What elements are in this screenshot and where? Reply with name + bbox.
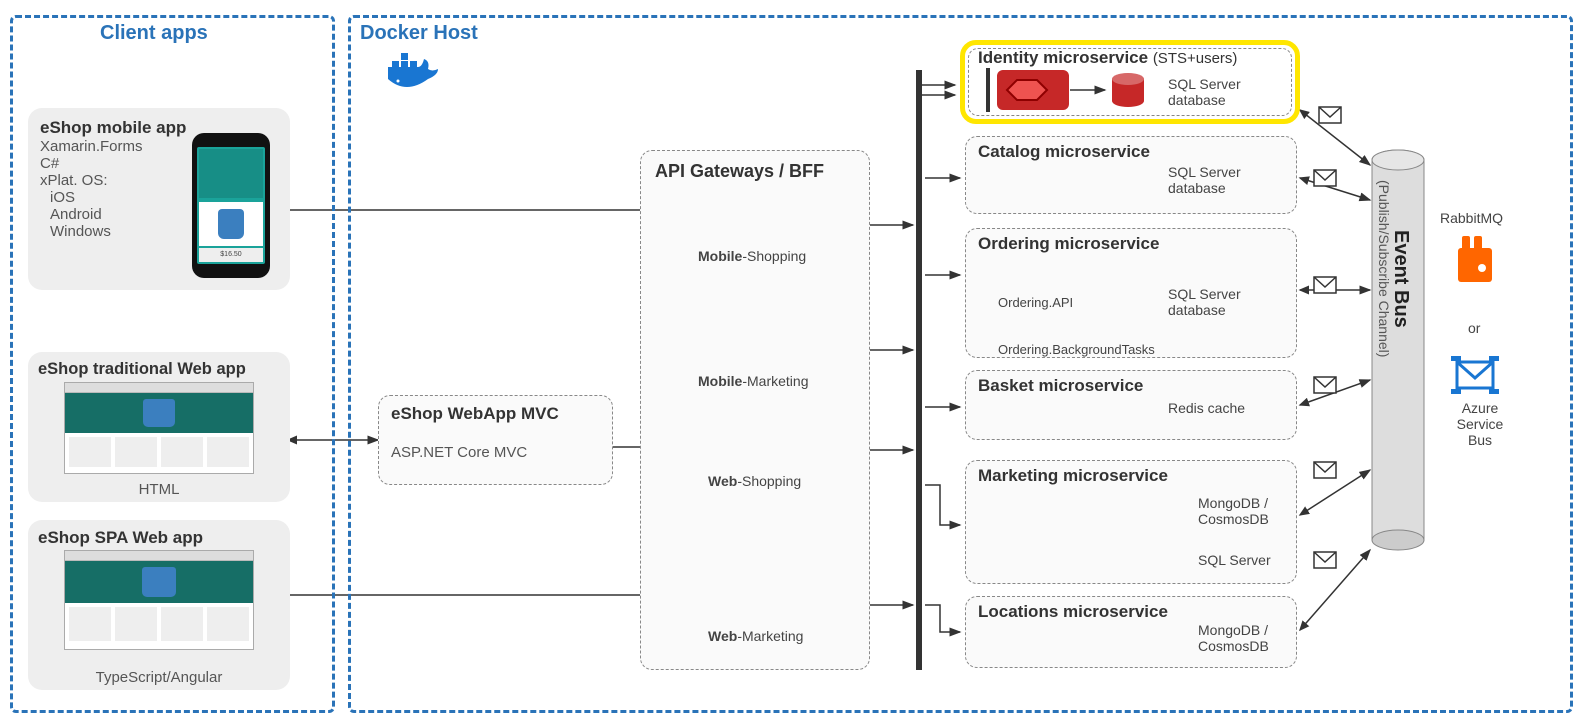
basket-db: Redis cache: [1168, 400, 1245, 416]
event-bus-title: Event Bus: [1389, 230, 1412, 328]
ordering-bg: Ordering.BackgroundTasks: [998, 342, 1155, 357]
docker-host-title: Docker Host: [360, 22, 478, 45]
identity-title: Identity microservice (STS+users): [978, 48, 1237, 68]
marketing-db2: SQL Server: [1198, 552, 1271, 568]
azure-label: AzureService Bus: [1445, 400, 1515, 448]
event-bus-sub: (Publish/Subscribe Channel): [1376, 180, 1392, 357]
browser-thumb-icon: [64, 382, 254, 474]
marketing-db1: MongoDB / CosmosDB: [1198, 495, 1293, 527]
spa-title: eShop SPA Web app: [38, 528, 280, 548]
ordering-api: Ordering.API: [998, 295, 1073, 310]
mobile-app-card: eShop mobile app Xamarin.Forms C# xPlat.…: [28, 108, 290, 290]
gw-web-shopping: Web-Shopping: [708, 473, 801, 489]
or-label: or: [1468, 320, 1480, 336]
ordering-db: SQL Server database: [1168, 286, 1258, 318]
gw-web-marketing: Web-Marketing: [708, 628, 803, 644]
locations-title: Locations microservice: [978, 602, 1168, 622]
gw-mobile-marketing: Mobile-Marketing: [698, 373, 808, 389]
client-apps-title: Client apps: [100, 22, 208, 45]
basket-title: Basket microservice: [978, 376, 1143, 396]
traditional-title: eShop traditional Web app: [38, 360, 280, 379]
spa-sub: TypeScript/Angular: [28, 669, 290, 686]
ordering-title: Ordering microservice: [978, 234, 1159, 254]
gateways-title: API Gateways / BFF: [655, 161, 855, 182]
gw-mobile-shopping: Mobile-Shopping: [698, 248, 806, 264]
rabbitmq-label: RabbitMQ: [1440, 210, 1503, 226]
marketing-title: Marketing microservice: [978, 466, 1168, 486]
api-gateways-card: API Gateways / BFF: [640, 150, 870, 670]
phone-icon: $16.50: [192, 133, 270, 278]
mvc-card: eShop WebApp MVC ASP.NET Core MVC: [378, 395, 613, 485]
traditional-web-card: eShop traditional Web app HTML: [28, 352, 290, 502]
browser-thumb-icon: [64, 550, 254, 650]
catalog-title: Catalog microservice: [978, 142, 1150, 162]
locations-db: MongoDB / CosmosDB: [1198, 622, 1293, 654]
mvc-title: eShop WebApp MVC: [391, 404, 600, 424]
spa-web-card: eShop SPA Web app TypeScript/Angular: [28, 520, 290, 690]
docker-host-panel: [348, 15, 1573, 713]
identity-db: SQL Server database: [1168, 76, 1258, 108]
traditional-sub: HTML: [28, 481, 290, 498]
catalog-db: SQL Server database: [1168, 164, 1258, 196]
mvc-sub: ASP.NET Core MVC: [391, 444, 600, 461]
